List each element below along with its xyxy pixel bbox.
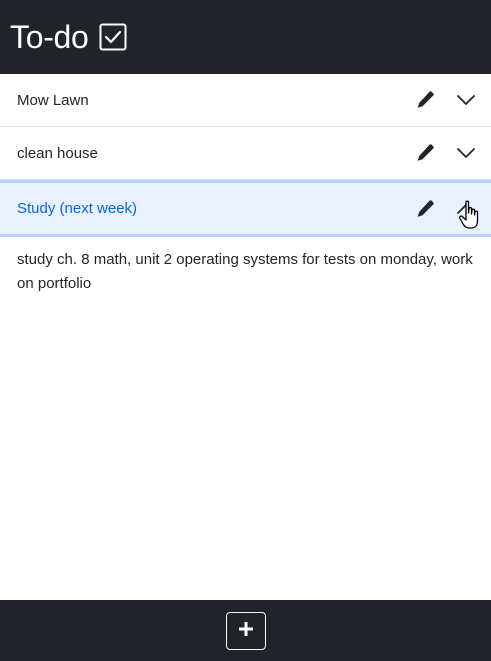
todo-list: Mow Lawn clean house Study (next week) [0, 74, 491, 237]
add-todo-button[interactable] [225, 611, 266, 650]
check-square-icon [99, 23, 127, 51]
todo-item-label: Study (next week) [17, 200, 138, 217]
todo-app: To-do Mow Lawn clean house Study (next w… [0, 0, 491, 661]
todo-item-label: Mow Lawn [17, 91, 89, 109]
pencil-icon[interactable] [415, 143, 435, 163]
app-footer [0, 600, 491, 661]
todo-detail-text: study ch. 8 math, unit 2 operating syste… [17, 251, 473, 292]
app-header: To-do [0, 0, 491, 74]
chevron-up-icon[interactable] [455, 198, 477, 220]
chevron-down-icon[interactable] [455, 142, 477, 164]
plus-icon [238, 621, 254, 640]
todo-item-label: clean house [17, 144, 98, 162]
todo-item[interactable]: Mow Lawn [0, 74, 491, 127]
todo-item-active[interactable]: Study (next week) [0, 180, 491, 237]
pencil-icon[interactable] [415, 199, 435, 219]
todo-item[interactable]: clean house [0, 127, 491, 180]
pencil-icon[interactable] [415, 90, 435, 110]
chevron-down-icon[interactable] [455, 89, 477, 111]
page-title: To-do [10, 19, 89, 55]
